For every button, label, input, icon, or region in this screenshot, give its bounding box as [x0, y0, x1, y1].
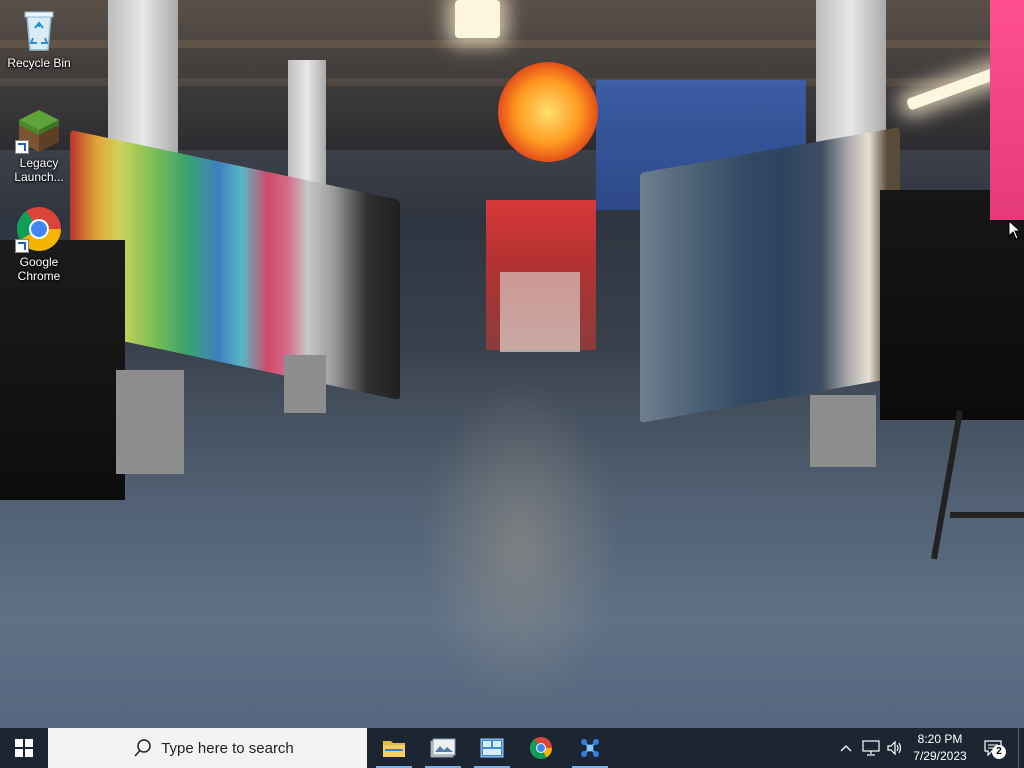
taskbar-app-molecule[interactable]	[566, 728, 614, 768]
tray-show-hidden-icons[interactable]	[836, 728, 856, 768]
wallpaper-store-interior	[500, 272, 580, 352]
wallpaper-pink-fabric	[990, 0, 1024, 220]
taskbar-app-file-explorer[interactable]	[370, 728, 418, 768]
wallpaper-light	[455, 0, 500, 38]
tray-notifications[interactable]: 2	[980, 728, 1006, 768]
desktop-icon-label: Google Chrome	[17, 255, 61, 283]
taskbar-app-control-panel[interactable]	[468, 728, 516, 768]
wallpaper-clothes-rack-right	[640, 127, 900, 423]
start-button[interactable]	[0, 728, 48, 768]
shortcut-arrow-icon	[15, 140, 29, 154]
desktop-icon-label: Recycle Bin	[7, 56, 71, 70]
clock-time: 8:20 PM	[917, 732, 963, 746]
desktop-icon-label: Legacy Launch...	[14, 156, 64, 184]
taskbar: Type here to search 8:20 PM 7/29/2023 2	[0, 728, 1024, 768]
file-explorer-icon	[383, 741, 405, 757]
desktop-icon-google-chrome[interactable]: Google Chrome	[1, 205, 77, 283]
wallpaper-floor-shine	[420, 380, 620, 710]
taskbar-app-chrome[interactable]	[517, 728, 565, 768]
notification-count-badge: 2	[992, 745, 1006, 759]
speaker-icon	[887, 740, 902, 756]
taskbar-app-photo[interactable]	[419, 728, 467, 768]
wallpaper-rack-base	[284, 355, 326, 413]
show-desktop-button[interactable]	[1018, 728, 1019, 768]
search-icon	[134, 739, 151, 757]
chrome-icon	[529, 737, 552, 759]
photo-app-icon	[430, 738, 456, 758]
tray-network[interactable]	[860, 728, 882, 768]
chevron-up-icon	[840, 745, 852, 752]
wallpaper-rack-base	[810, 395, 876, 467]
wallpaper-black-clothes-right	[880, 190, 1024, 420]
wallpaper-sun-sign	[498, 62, 598, 162]
wallpaper-pillar	[816, 0, 886, 150]
tray-volume[interactable]	[884, 728, 906, 768]
taskbar-search-box[interactable]: Type here to search	[48, 728, 367, 768]
windows-logo-icon	[15, 739, 33, 757]
wallpaper-rack-base	[116, 370, 184, 474]
desktop-wallpaper: Recycle Bin Legacy Launch... Google Chro…	[0, 0, 1024, 728]
network-icon	[862, 740, 880, 756]
molecule-app-icon	[581, 739, 599, 757]
recycle-bin-icon	[15, 6, 63, 54]
minecraft-grass-block-icon	[15, 106, 63, 154]
mouse-cursor-icon	[1008, 220, 1022, 240]
shortcut-arrow-icon	[15, 239, 29, 253]
tray-clock[interactable]: 8:20 PM 7/29/2023	[905, 731, 975, 765]
control-panel-icon	[480, 738, 504, 758]
clock-date: 7/29/2023	[913, 749, 967, 763]
wallpaper-rack-leg	[950, 512, 1024, 518]
chrome-icon	[15, 205, 63, 253]
desktop-icon-legacy-launcher[interactable]: Legacy Launch...	[1, 106, 77, 184]
desktop-icon-recycle-bin[interactable]: Recycle Bin	[1, 6, 77, 70]
search-placeholder: Type here to search	[161, 739, 294, 757]
